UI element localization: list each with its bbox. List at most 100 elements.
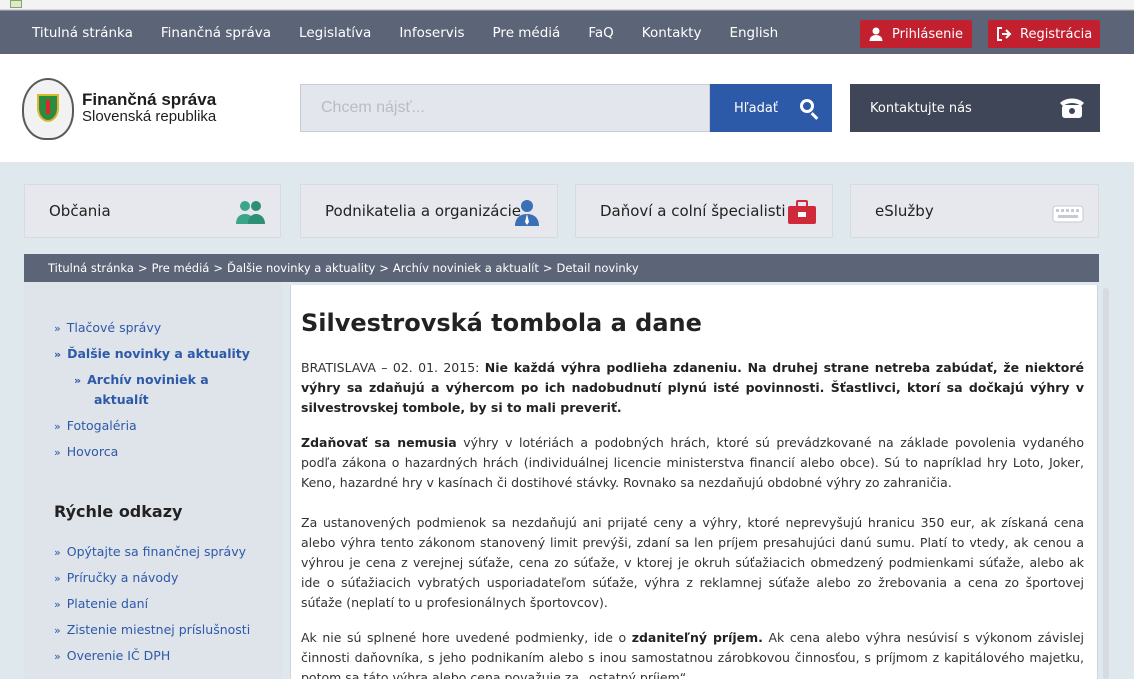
user-icon <box>868 26 884 42</box>
sign-in-icon <box>996 26 1012 42</box>
quick-link-guides[interactable]: » Príručky a návody <box>54 570 178 585</box>
sidebar-item-label: Tlačové správy <box>66 320 162 335</box>
quick-link-local-jurisdiction[interactable]: » Zistenie miestnej príslušnosti <box>54 622 250 637</box>
logo-title[interactable]: Finančná správa <box>82 90 216 110</box>
breadcrumb-home[interactable]: Titulná stránka <box>48 261 134 275</box>
breadcrumb-archive[interactable]: Archív noviniek a aktualít <box>393 261 539 275</box>
category-tax-specialists[interactable]: Daňoví a colní špecialisti <box>575 184 833 238</box>
sidebar-item-archive-cont[interactable]: aktualít <box>94 392 149 407</box>
sidebar-item-archive[interactable]: » Archív noviniek a <box>74 372 209 387</box>
logo-subtitle: Slovenská republika <box>82 108 217 125</box>
chevron-right-icon: » <box>54 420 61 433</box>
quick-link-label: Zistenie miestnej príslušnosti <box>66 622 251 637</box>
nav-link-media[interactable]: Pre médiá <box>479 25 575 41</box>
contact-us-button[interactable]: Kontaktujte nás <box>850 84 1100 132</box>
category-eservices-label: eSlužby <box>875 202 934 220</box>
article-p3-pre: Ak nie sú splnené hore uvedené podmienky… <box>301 630 632 645</box>
crest-logo-icon[interactable] <box>22 78 74 140</box>
sidebar-item-spokesperson[interactable]: » Hovorca <box>54 444 118 459</box>
article-p1-bold: Zdaňovať sa nemusia <box>301 435 457 450</box>
top-nav-bar: Titulná stránka Finančná správa Legislat… <box>0 10 1134 54</box>
sidebar-item-press-releases[interactable]: » Tlačové správy <box>54 320 161 335</box>
sidebar-item-label: Ďalšie novinky a aktuality <box>67 346 250 361</box>
chevron-right-icon: » <box>54 624 61 637</box>
chevron-right-icon: » <box>54 546 61 559</box>
category-tax-specialists-label: Daňoví a colní špecialisti <box>600 202 786 220</box>
article-paragraph-2: Za ustanovených podmienok sa nezdaňujú a… <box>301 515 1084 610</box>
sidebar-item-news[interactable]: » Ďalšie novinky a aktuality <box>54 346 250 361</box>
article: Silvestrovská tombola a dane BRATISLAVA … <box>290 285 1098 679</box>
category-businesses-label: Podnikatelia a organizácie <box>325 202 522 220</box>
quick-link-payments[interactable]: » Platenie daní <box>54 596 148 611</box>
article-paragraph-1: Zdaňovať sa nemusia výhry v lotériách a … <box>301 433 1084 493</box>
article-paragraph-3: Ak nie sú splnené hore uvedené podmienky… <box>301 628 1084 679</box>
left-sidebar: » Tlačové správy » Ďalšie novinky a aktual… <box>24 282 282 679</box>
article-p3-bold: zdaniteľný príjem. <box>631 630 763 645</box>
site-header: Finančná správa Slovenská republika Chce… <box>0 54 1134 162</box>
chevron-right-icon: » <box>54 650 61 663</box>
article-scrollbar[interactable] <box>1103 288 1109 679</box>
article-title: Silvestrovská tombola a dane <box>301 309 702 337</box>
nav-link-infoservice[interactable]: Infoservis <box>385 25 478 41</box>
search-icon <box>800 99 814 113</box>
sidebar-item-gallery[interactable]: » Fotogaléria <box>54 418 137 433</box>
search-input[interactable]: Chcem nájsť... <box>300 84 710 132</box>
quick-link-label: Opýtajte sa finančnej správy <box>66 544 247 559</box>
phone-icon <box>1058 93 1086 121</box>
briefcase-icon <box>786 198 818 226</box>
sidebar-item-label: Hovorca <box>66 444 119 459</box>
quick-link-ask[interactable]: » Opýtajte sa finančnej správy <box>54 544 246 559</box>
chevron-right-icon: » <box>54 598 61 611</box>
nav-link-legislation[interactable]: Legislatíva <box>285 25 385 41</box>
article-lead: BRATISLAVA – 02. 01. 2015: Nie každá výh… <box>301 358 1084 418</box>
crest-shield <box>37 94 59 122</box>
top-navigation: Titulná stránka Finančná správa Legislat… <box>0 0 1134 54</box>
breadcrumb-separator: > <box>137 261 148 275</box>
login-button[interactable]: Prihlásenie <box>860 20 972 48</box>
quick-links-heading: Rýchle odkazy <box>54 502 183 521</box>
category-citizens[interactable]: Občania <box>24 184 281 238</box>
article-dateline: BRATISLAVA – 02. 01. 2015: <box>301 360 480 375</box>
breadcrumb-separator: > <box>213 261 223 275</box>
browser-tab-strip <box>0 0 1134 10</box>
people-icon <box>234 198 266 226</box>
breadcrumb-separator: > <box>379 261 389 275</box>
keyboard-icon <box>1052 198 1084 226</box>
top-nav-links: Titulná stránka Finančná správa Legislat… <box>18 25 792 41</box>
nav-link-financial-administration[interactable]: Finančná správa <box>147 25 285 41</box>
contact-us-label: Kontaktujte nás <box>870 100 972 116</box>
nav-link-home[interactable]: Titulná stránka <box>18 25 147 41</box>
quick-link-label: Príručky a návody <box>66 570 179 585</box>
category-eservices[interactable]: eSlužby <box>850 184 1099 238</box>
chevron-right-icon: » <box>54 322 61 335</box>
search-button-label: Hľadať <box>734 100 778 116</box>
quick-link-label: Overenie IČ DPH <box>66 648 171 663</box>
chevron-right-icon: » <box>54 446 61 459</box>
breadcrumb-media[interactable]: Pre médiá <box>152 261 210 275</box>
sidebar-item-label: Fotogaléria <box>66 418 137 433</box>
nav-link-contacts[interactable]: Kontakty <box>628 25 716 41</box>
chevron-down-icon: » <box>74 374 82 387</box>
nav-link-english[interactable]: English <box>715 25 792 41</box>
category-citizens-label: Občania <box>49 202 111 220</box>
search-button[interactable]: Hľadať <box>710 84 832 132</box>
page-favicon-icon <box>10 0 22 8</box>
category-businesses[interactable]: Podnikatelia a organizácie <box>300 184 558 238</box>
quick-link-label: Platenie daní <box>66 596 149 611</box>
nav-link-faq[interactable]: FaQ <box>574 25 627 41</box>
login-label: Prihlásenie <box>892 26 964 42</box>
search-placeholder: Chcem nájsť... <box>321 99 425 116</box>
businessman-icon <box>511 198 543 226</box>
register-label: Registrácia <box>1020 26 1093 42</box>
register-button[interactable]: Registrácia <box>988 20 1100 48</box>
breadcrumb-separator: > <box>542 261 553 275</box>
quick-link-vat-verification[interactable]: » Overenie IČ DPH <box>54 648 170 663</box>
sidebar-item-label: aktualít <box>94 392 149 407</box>
chevron-down-icon: » <box>54 348 62 361</box>
sidebar-item-label: Archív noviniek a <box>87 372 209 387</box>
breadcrumb-news[interactable]: Ďalšie novinky a aktuality <box>227 261 375 275</box>
chevron-right-icon: » <box>54 572 61 585</box>
breadcrumb: Titulná stránka > Pre médiá > Ďalšie nov… <box>24 254 1099 282</box>
category-band: Občania Podnikatelia a organizácie Daňov… <box>0 162 1134 258</box>
breadcrumb-current: Detail novinky <box>556 261 639 275</box>
